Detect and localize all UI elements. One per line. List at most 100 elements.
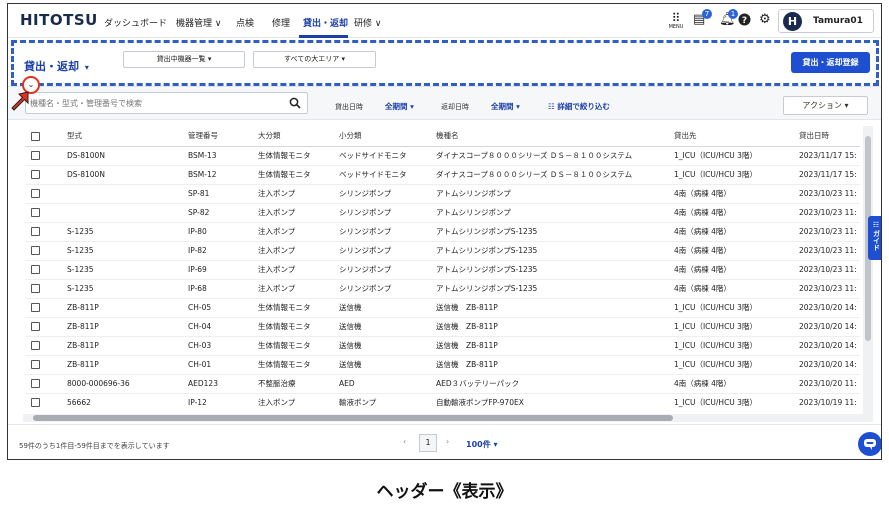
table-row[interactable]: 56662 IP-12 注入ポンプ 輸液ポンプ 自動輸液ポンプFP-970EX 1_ICU… [25, 393, 860, 412]
table-row[interactable]: ZB-811P CH-01 生体情報モニタ 送信機 送信機 ZB-811P 1_ICU（I… [25, 355, 860, 375]
nav-item-training[interactable]: 研修 ∨ [354, 16, 381, 29]
cell-device-name: 送信機 ZB-811P [434, 317, 672, 337]
table-row[interactable]: S-1235 IP-69 注入ポンプ シリンジポンプ アトムシリンジポンプS-1235 4… [25, 260, 860, 280]
table-row[interactable]: SP-82 注入ポンプ シリンジポンプ アトムシリンジポンプ 4南（病棟 4階） 2023… [25, 203, 860, 223]
cell-lend-to: 4南（病棟 4階） [672, 203, 797, 223]
cell-device-name: アトムシリンジポンプ [434, 184, 672, 204]
list-dropdown[interactable]: 貸出中機器一覧 ▾ [123, 51, 245, 68]
cell-model: ZB-811P [65, 336, 186, 356]
nav-item-device-management[interactable]: 機器管理 ∨ [176, 16, 221, 29]
row-checkbox[interactable] [31, 398, 40, 408]
user-menu[interactable]: H Tamura01 [778, 9, 874, 33]
return-date-label: 返却日時 [441, 103, 469, 111]
cell-device-name: アトムシリンジポンプS-1235 [434, 260, 672, 280]
cell-minor-category: シリンジポンプ [337, 279, 434, 299]
row-checkbox[interactable] [31, 341, 40, 351]
horizontal-scroll-thumb[interactable] [33, 415, 673, 421]
area-dropdown[interactable]: すべての大エリア ▾ [253, 51, 376, 68]
cell-lend-to: 1_ICU（ICU/HCU 3階） [672, 355, 797, 375]
row-checkbox[interactable] [31, 265, 40, 275]
row-checkbox[interactable] [31, 208, 40, 218]
cell-major-category: 注入ポンプ [256, 184, 337, 204]
per-page-dropdown[interactable]: 100件 ▾ [466, 439, 498, 450]
chat-button[interactable] [858, 432, 881, 456]
col-header-lend-to[interactable]: 貸出先 [672, 126, 797, 147]
cell-lend-date: 2023/10/20 14: [797, 298, 860, 318]
table-row[interactable]: DS-8100N BSM-13 生体情報モニタ ベッドサイドモニタ ダイナスコープ８００… [25, 146, 860, 166]
cell-minor-category: 送信機 [337, 298, 434, 318]
col-header-device-name[interactable]: 機種名 [434, 126, 672, 147]
cell-lend-to: 4南（病棟 4階） [672, 184, 797, 204]
row-checkbox[interactable] [31, 284, 40, 294]
search-icon[interactable] [289, 97, 301, 109]
cell-model: ZB-811P [65, 355, 186, 375]
row-checkbox[interactable] [31, 322, 40, 332]
nav-item-inspection[interactable]: 点検 [236, 16, 254, 29]
detail-filter-button[interactable]: ☷ 詳細で絞り込む [548, 101, 610, 112]
logo[interactable]: HITOTSU [20, 11, 98, 29]
return-date-dropdown[interactable]: 全期間 ▾ [491, 101, 520, 112]
table-row[interactable]: S-1235 IP-80 注入ポンプ シリンジポンプ アトムシリンジポンプS-1235 4… [25, 222, 860, 242]
row-checkbox[interactable] [31, 227, 40, 237]
table-row[interactable]: ZB-811P CH-05 生体情報モニタ 送信機 送信機 ZB-811P 1_ICU（I… [25, 298, 860, 318]
pdf-badge: 7 [702, 9, 712, 19]
row-checkbox[interactable] [31, 170, 40, 180]
help-icon[interactable]: ? [738, 13, 751, 30]
username: Tamura01 [813, 16, 863, 26]
cell-lend-to: 1_ICU（ICU/HCU 3階） [672, 317, 797, 337]
row-checkbox[interactable] [31, 189, 40, 199]
cell-management-no: SP-81 [186, 184, 256, 204]
prev-page-button[interactable]: ‹ [403, 437, 406, 446]
table-row[interactable]: DS-8100N BSM-12 生体情報モニタ ベッドサイドモニタ ダイナスコープ８００… [25, 165, 860, 185]
current-page[interactable]: 1 [419, 434, 437, 452]
register-lending-button[interactable]: 貸出・返却登録 [791, 52, 870, 73]
cell-major-category: 不整脈治療 [256, 374, 337, 394]
cell-model [65, 203, 186, 223]
col-header-lend-date[interactable]: 貸出日時 [797, 126, 860, 147]
select-all-checkbox[interactable] [31, 131, 40, 141]
cell-device-name: 送信機 ZB-811P [434, 336, 672, 356]
cell-management-no: SP-82 [186, 203, 256, 223]
row-checkbox[interactable] [31, 379, 40, 389]
cell-management-no: CH-04 [186, 317, 256, 337]
nav-item-repair[interactable]: 修理 [272, 16, 290, 29]
lend-date-dropdown[interactable]: 全期間 ▾ [385, 101, 414, 112]
row-checkbox[interactable] [31, 151, 40, 161]
table-row[interactable]: SP-81 注入ポンプ シリンジポンプ アトムシリンジポンプ 4南（病棟 4階） 2023… [25, 184, 860, 204]
cell-lend-to: 4南（病棟 4階） [672, 222, 797, 242]
col-header-minor-category[interactable]: 小分類 [337, 126, 434, 147]
cell-lend-date: 2023/10/23 11: [797, 184, 860, 204]
menu-grid-icon[interactable]: ⠿ MENU [666, 12, 686, 34]
cell-device-name: 送信機 ZB-811P [434, 298, 672, 318]
col-header-management-no[interactable]: 管理番号 [186, 126, 256, 147]
chevron-down-icon: ⌄ [27, 80, 35, 89]
cell-lend-to: 4南（病棟 4階） [672, 279, 797, 299]
cell-device-name: アトムシリンジポンプS-1235 [434, 279, 672, 299]
app-window: HITOTSU ダッシュボード 機器管理 ∨ 点検 修理 貸出・返却 研修 ∨ … [7, 3, 882, 460]
cell-management-no: BSM-12 [186, 165, 256, 185]
nav-item-dashboard[interactable]: ダッシュボード [104, 16, 167, 29]
table-row[interactable]: ZB-811P CH-03 生体情報モニタ 送信機 送信機 ZB-811P 1_ICU（I… [25, 336, 860, 356]
cell-model: ZB-811P [65, 317, 186, 337]
cell-minor-category: 送信機 [337, 317, 434, 337]
row-checkbox[interactable] [31, 360, 40, 370]
table-row[interactable]: S-1235 IP-82 注入ポンプ シリンジポンプ アトムシリンジポンプS-1235 4… [25, 241, 860, 261]
table-row[interactable]: 8000-000696-36 AED123 不整脈治療 AED AED３バッテリーパック… [25, 374, 860, 394]
col-header-model[interactable]: 型式 [65, 126, 186, 147]
cell-lend-to: 4南（病棟 4階） [672, 260, 797, 280]
col-header-major-category[interactable]: 大分類 [256, 126, 337, 147]
action-dropdown[interactable]: アクション ▾ [783, 96, 868, 115]
guide-tab[interactable]: ☷ ガイド [868, 216, 881, 260]
table-row[interactable]: ZB-811P CH-04 生体情報モニタ 送信機 送信機 ZB-811P 1_ICU（I… [25, 317, 860, 337]
row-checkbox[interactable] [31, 303, 40, 313]
cell-model: DS-8100N [65, 165, 186, 185]
nav-item-lending[interactable]: 貸出・返却 [303, 16, 348, 29]
page-title[interactable]: 貸出・返却 ▾ [24, 58, 89, 74]
table-row[interactable]: S-1235 IP-68 注入ポンプ シリンジポンプ アトムシリンジポンプS-1235 4… [25, 279, 860, 299]
search-input[interactable] [25, 92, 308, 114]
next-page-button[interactable]: › [446, 437, 449, 446]
row-checkbox[interactable] [31, 246, 40, 256]
cell-major-category: 生体情報モニタ [256, 146, 337, 166]
table-header-row: 型式 管理番号 大分類 小分類 機種名 貸出先 貸出日時 [25, 126, 860, 147]
gear-icon[interactable]: ⚙ [759, 13, 771, 27]
